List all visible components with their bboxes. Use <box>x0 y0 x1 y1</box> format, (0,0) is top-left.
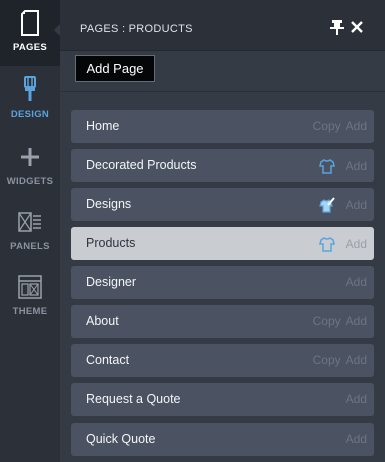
page-label: About <box>86 314 119 328</box>
row-actions: Add <box>341 275 367 289</box>
plus-icon <box>20 140 40 174</box>
left-rail: PAGES DESIGN WIDGETS PANELS THEME <box>0 0 60 462</box>
rail-item-panels[interactable]: PANELS <box>0 199 60 265</box>
add-button[interactable]: Add <box>346 198 367 212</box>
page-label: Decorated Products <box>86 158 197 172</box>
page-row-designer[interactable]: Designer Add <box>71 266 374 299</box>
page-row-decorated-products[interactable]: Decorated Products Add <box>71 149 374 182</box>
rail-item-design[interactable]: DESIGN <box>0 67 60 133</box>
pin-icon[interactable] <box>330 19 344 35</box>
page-row-request-a-quote[interactable]: Request a Quote Add <box>71 383 374 416</box>
add-page-button[interactable]: Add Page <box>75 55 155 82</box>
row-actions: Add <box>341 392 367 406</box>
shirt-brush-icon <box>318 197 335 213</box>
row-actions: Copy Add <box>308 314 367 328</box>
brush-icon <box>21 73 39 107</box>
add-button[interactable]: Add <box>346 237 367 251</box>
page-row-home[interactable]: Home Copy Add <box>71 110 374 143</box>
page-row-designs[interactable]: Designs Add <box>71 188 374 221</box>
rail-label: DESIGN <box>10 109 50 120</box>
copy-button[interactable]: Copy <box>313 314 341 328</box>
add-button[interactable]: Add <box>346 314 367 328</box>
pages-panel: PAGES : PRODUCTS Add Page Home Copy Add … <box>60 0 385 462</box>
row-actions: Add <box>318 197 367 213</box>
add-button[interactable]: Add <box>346 275 367 289</box>
add-button[interactable]: Add <box>346 432 367 446</box>
rail-item-widgets[interactable]: WIDGETS <box>0 134 60 200</box>
page-label: Products <box>86 236 136 250</box>
copy-button[interactable]: Copy <box>313 119 341 133</box>
page-label: Quick Quote <box>86 432 156 446</box>
theme-icon <box>17 270 43 304</box>
page-label: Designs <box>86 197 132 211</box>
shirt-icon <box>318 158 335 174</box>
panel-header: PAGES : PRODUCTS <box>60 0 385 51</box>
page-row-contact[interactable]: Contact Copy Add <box>71 344 374 377</box>
page-row-products[interactable]: Products Add <box>71 227 374 260</box>
page-row-about[interactable]: About Copy Add <box>71 305 374 338</box>
row-actions: Add <box>318 158 367 174</box>
row-actions: Copy Add <box>308 353 367 367</box>
rail-label: PANELS <box>10 241 50 252</box>
rail-item-pages[interactable]: PAGES <box>0 0 60 66</box>
row-actions: Add <box>318 236 367 252</box>
row-actions: Add <box>341 432 367 446</box>
add-button[interactable]: Add <box>346 119 367 133</box>
divider <box>60 91 385 92</box>
rail-item-theme[interactable]: THEME <box>0 264 60 330</box>
rail-label: WIDGETS <box>6 176 54 187</box>
page-label: Home <box>86 119 120 133</box>
page-label: Designer <box>86 275 137 289</box>
copy-button[interactable]: Copy <box>313 353 341 367</box>
page-row-quick-quote[interactable]: Quick Quote Add <box>71 423 374 456</box>
rail-label: PAGES <box>12 42 48 53</box>
page-icon <box>20 6 40 40</box>
panels-icon <box>17 205 43 239</box>
page-label: Contact <box>86 353 130 367</box>
panel-title: PAGES : PRODUCTS <box>80 23 193 35</box>
add-button[interactable]: Add <box>346 392 367 406</box>
page-label: Request a Quote <box>86 392 181 406</box>
close-icon[interactable] <box>349 19 365 35</box>
rail-label: THEME <box>12 306 48 317</box>
shirt-icon <box>318 236 335 252</box>
add-button[interactable]: Add <box>346 159 367 173</box>
add-button[interactable]: Add <box>346 353 367 367</box>
row-actions: Copy Add <box>308 119 367 133</box>
